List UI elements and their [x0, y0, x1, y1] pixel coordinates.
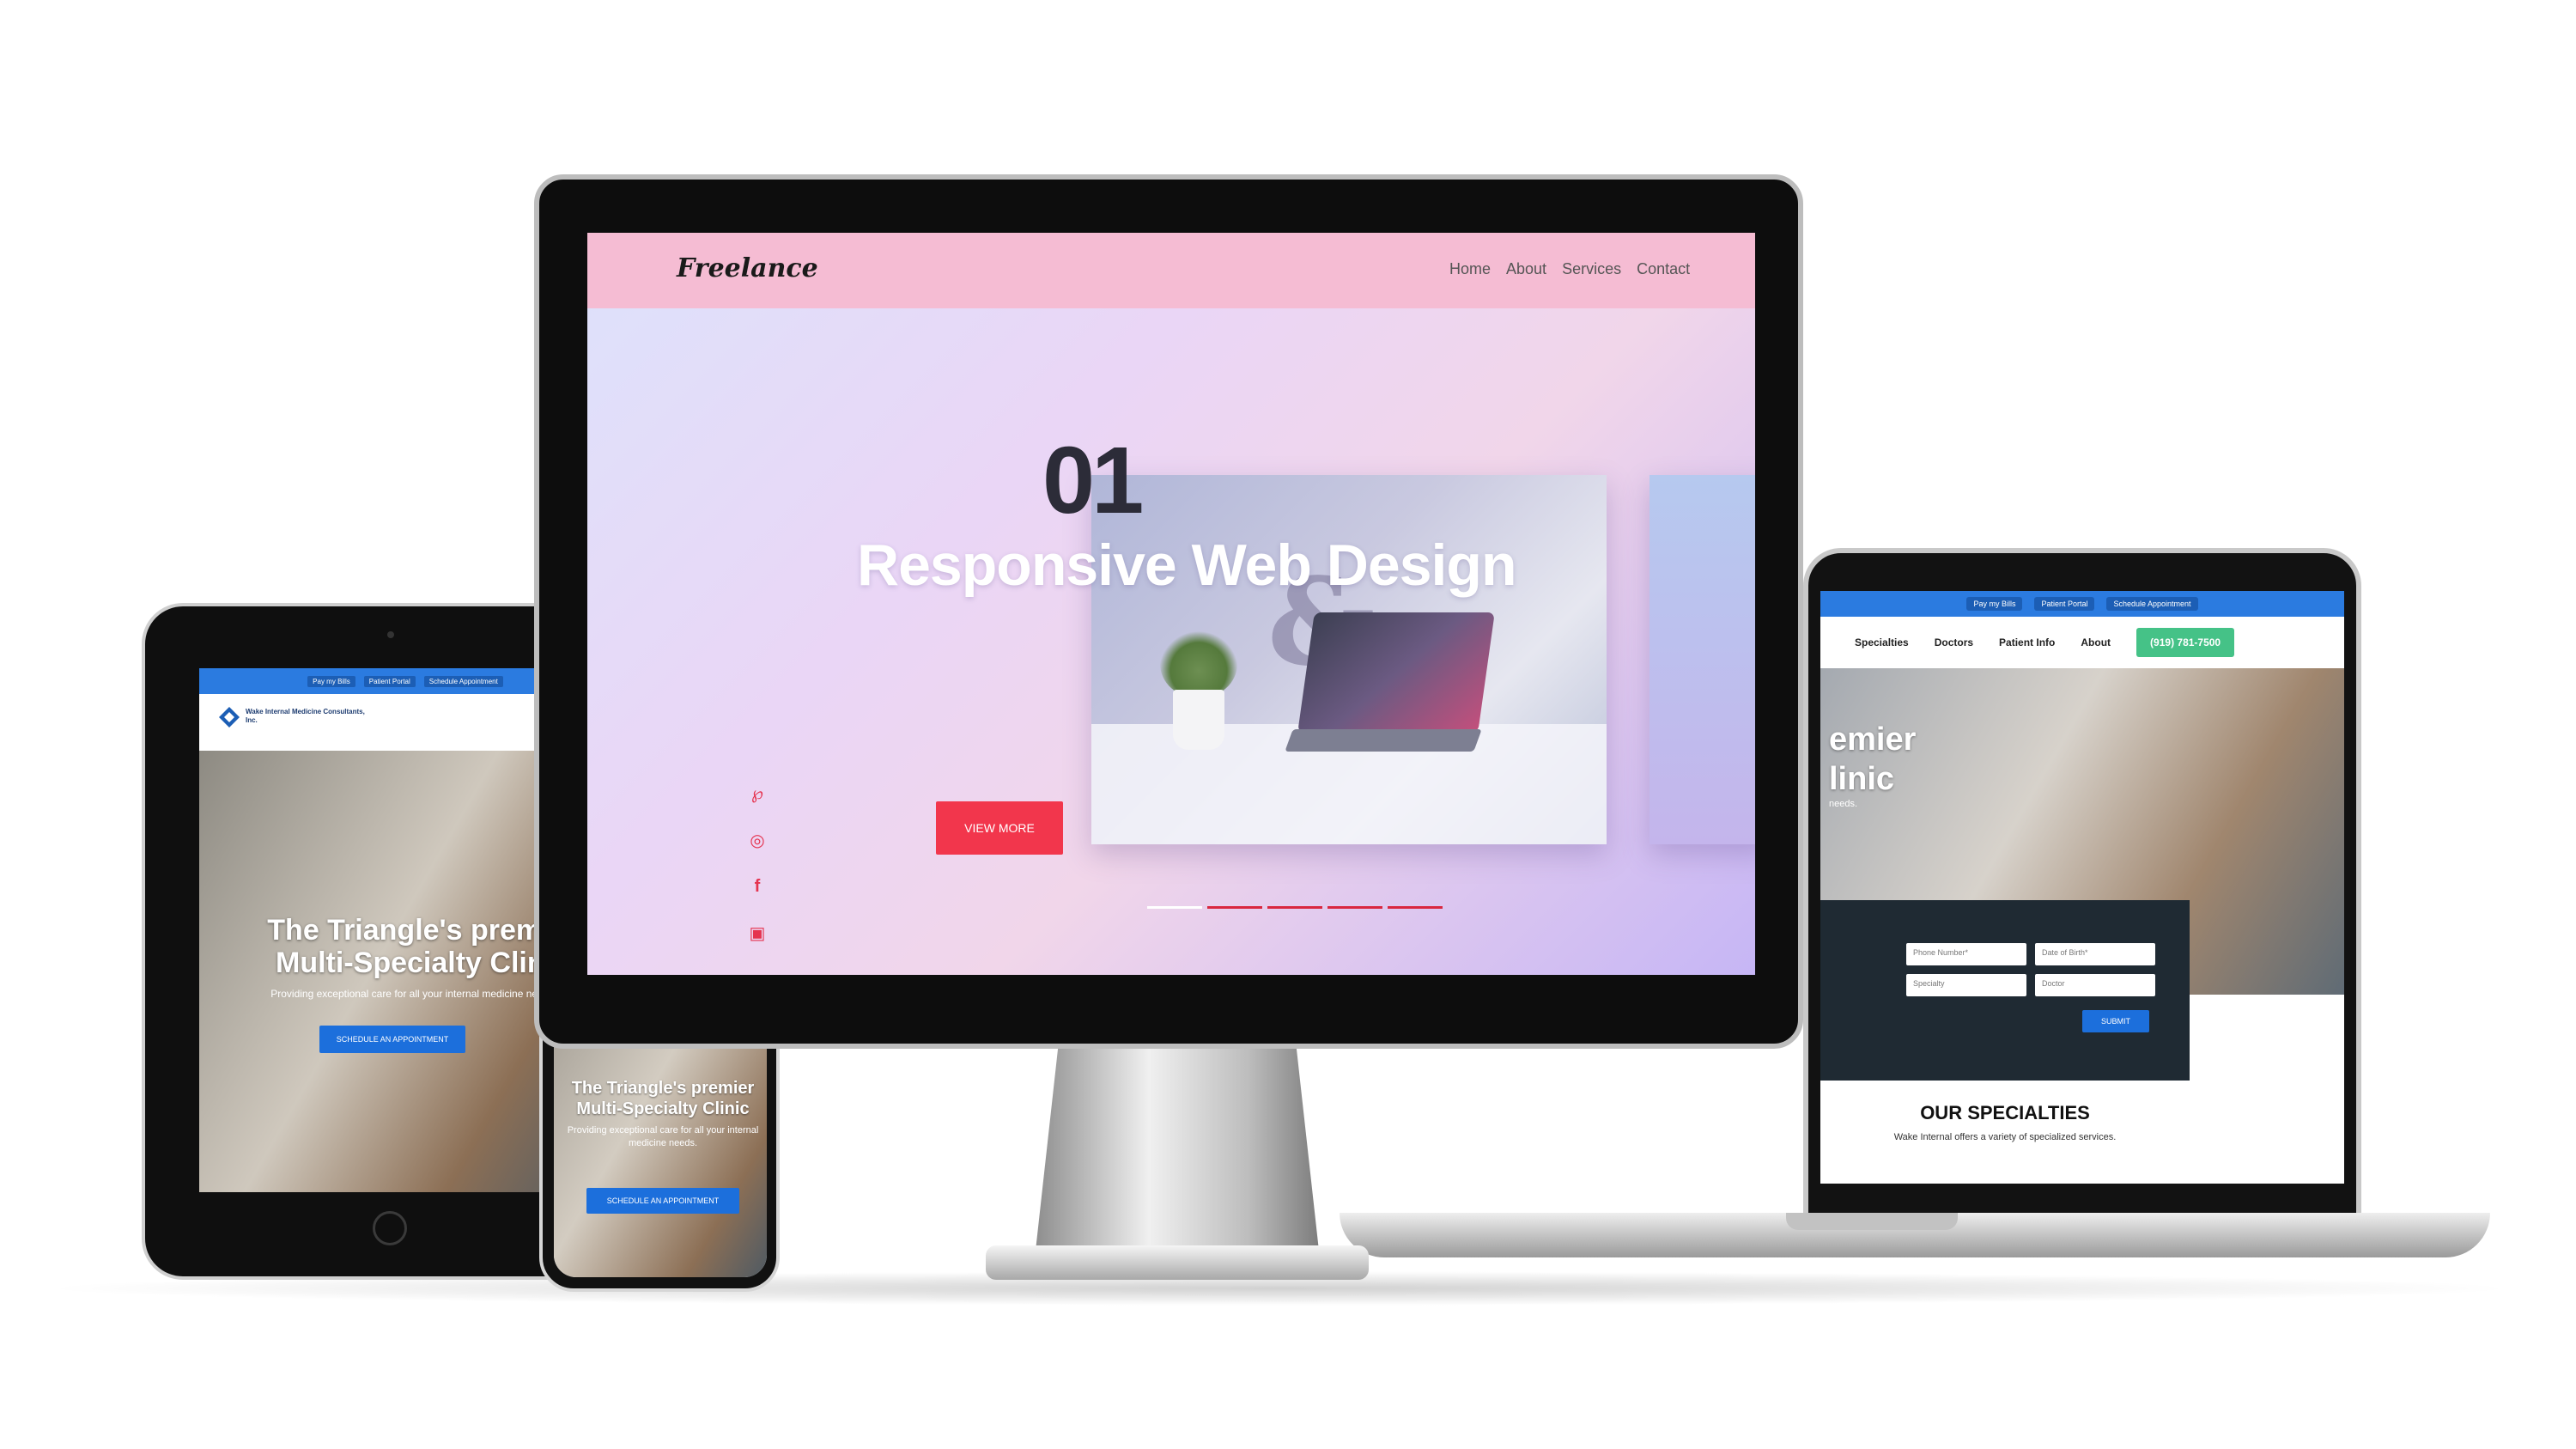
slider-dot[interactable] — [1267, 906, 1322, 909]
site-menu: Home About Services Contact — [1449, 260, 1690, 278]
tablet-home-button — [373, 1211, 407, 1245]
plant-pot — [1173, 690, 1224, 750]
nav-doctors[interactable]: Doctors — [1935, 636, 1973, 648]
clinic-logo-text: Wake Internal Medicine Consultants, Inc. — [246, 708, 365, 724]
patient-portal-link[interactable]: Patient Portal — [363, 675, 416, 687]
doctor-select[interactable]: Doctor — [2035, 974, 2155, 996]
slider-dot[interactable] — [1327, 906, 1382, 909]
submit-button[interactable]: SUBMIT — [2082, 1010, 2149, 1032]
specialty-select[interactable]: Specialty — [1906, 974, 2026, 996]
phone-number-field[interactable]: Phone Number* — [1906, 943, 2026, 965]
nav-services[interactable]: Services — [1562, 260, 1621, 278]
slider-dot[interactable] — [1388, 906, 1443, 909]
laptop-hero-title: emier linic — [1829, 720, 1916, 799]
laptop-notch — [1786, 1213, 1958, 1230]
slider-pagination — [1147, 906, 1443, 909]
specialties-title: OUR SPECIALTIES — [1920, 1102, 2090, 1123]
social-links: ℘ ◎ f ▣ — [747, 782, 768, 944]
view-more-button[interactable]: VIEW MORE — [936, 801, 1063, 855]
hero-line1: emier — [1829, 721, 1917, 758]
slider-dot[interactable] — [1207, 906, 1262, 909]
site-logo[interactable]: Freelance — [677, 253, 818, 283]
laptop-screen: Pay my Bills Patient Portal Schedule App… — [1820, 591, 2344, 1184]
phone-hero-sub: Providing exceptional care for all your … — [567, 1125, 759, 1148]
laptop-nav: Specialties Doctors Patient Info About (… — [1820, 617, 2344, 668]
pictured-laptop-base — [1285, 729, 1482, 752]
appointment-form: Phone Number* Date of Birth* Specialty D… — [1820, 900, 2190, 1081]
laptop-hero-sub: needs. — [1829, 799, 1858, 809]
patient-portal-link[interactable]: Patient Portal — [2034, 597, 2095, 611]
nav-about[interactable]: About — [2081, 636, 2111, 648]
slide-number: 01 — [1042, 428, 1144, 533]
pay-bills-link[interactable]: Pay my Bills — [1966, 597, 2023, 611]
schedule-button[interactable]: SCHEDULE AN APPOINTMENT — [319, 1026, 465, 1053]
nav-specialties[interactable]: Specialties — [1855, 636, 1909, 648]
facebook-icon[interactable]: f — [747, 877, 768, 897]
dribbble-icon[interactable]: ◎ — [747, 830, 768, 851]
instagram-icon[interactable]: ▣ — [747, 922, 768, 944]
specialties-subtitle: Wake Internal offers a variety of specia… — [1893, 1132, 2117, 1142]
hero-line2: linic — [1829, 761, 1895, 797]
clinic-logo-icon — [219, 707, 240, 728]
nav-contact[interactable]: Contact — [1637, 260, 1690, 278]
pay-bills-link[interactable]: Pay my Bills — [307, 675, 355, 687]
monitor-stand-base — [986, 1245, 1369, 1280]
dob-field[interactable]: Date of Birth* — [2035, 943, 2155, 965]
phone-button[interactable]: (919) 781-7500 — [2136, 628, 2235, 657]
slider-dot[interactable] — [1147, 906, 1202, 909]
monitor-screen: Freelance Home About Services Contact & … — [587, 233, 1755, 975]
nav-patient-info[interactable]: Patient Info — [1999, 636, 2055, 648]
tablet-camera — [387, 631, 394, 638]
schedule-appointment-link[interactable]: Schedule Appointment — [423, 675, 503, 687]
nav-home[interactable]: Home — [1449, 260, 1491, 278]
monitor-stand — [1036, 1046, 1319, 1251]
site-navbar: Freelance Home About Services Contact — [587, 233, 1755, 308]
next-slide-card[interactable] — [1649, 475, 1755, 844]
plant-leaves — [1160, 630, 1237, 698]
nav-about[interactable]: About — [1506, 260, 1546, 278]
schedule-appointment-link[interactable]: Schedule Appointment — [2106, 597, 2198, 611]
schedule-button[interactable]: SCHEDULE AN APPOINTMENT — [586, 1188, 739, 1214]
laptop-topbar: Pay my Bills Patient Portal Schedule App… — [1820, 591, 2344, 617]
pictured-laptop-screen — [1297, 612, 1495, 733]
slide-image-card: & — [1091, 475, 1607, 844]
pinterest-icon[interactable]: ℘ — [747, 782, 768, 804]
slide-title: Responsive Web Design — [857, 533, 1517, 598]
phone-hero-title: The Triangle's premier Multi-Specialty C… — [571, 1079, 755, 1118]
